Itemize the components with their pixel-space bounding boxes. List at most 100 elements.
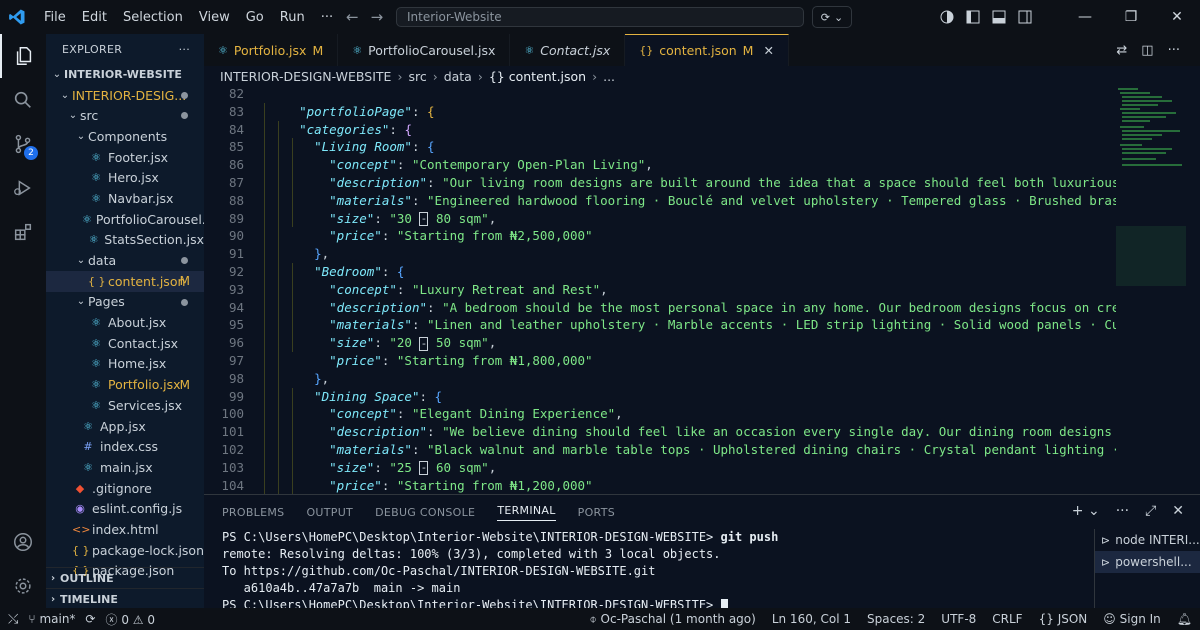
code-text: "Bedroom": { — [284, 264, 404, 279]
line-number: 88 — [228, 192, 244, 208]
panel-tab[interactable]: TERMINAL — [497, 504, 556, 521]
workspace-root[interactable]: ⌄ INTERIOR-WEBSITE — [46, 64, 204, 85]
sync-icon[interactable]: ⟳ — [85, 612, 95, 626]
file-tree-item[interactable]: ⚛ Navbar.jsx — [46, 188, 204, 209]
close-icon[interactable]: ✕ — [1154, 9, 1200, 25]
file-tree-item[interactable]: ⚛ App.jsx — [46, 416, 204, 437]
file-tree-item[interactable]: ⚛ Hero.jsx — [46, 167, 204, 188]
close-icon[interactable]: ✕ — [1172, 503, 1184, 519]
file-tree-item[interactable]: ⚛ Portfolio.jsx M — [46, 374, 204, 395]
breadcrumb-item[interactable]: data — [444, 69, 472, 84]
file-tree-item[interactable]: ⌄ Pages — [46, 292, 204, 313]
breadcrumb-item[interactable]: {} content.json — [489, 69, 586, 84]
explorer-icon[interactable] — [0, 34, 46, 78]
toggle-primary-sidebar-icon[interactable] — [966, 10, 980, 24]
editor-tab[interactable]: ⚛ PortfolioCarousel.jsx — [338, 34, 511, 66]
panel-tab[interactable]: PORTS — [578, 506, 615, 519]
menu-item[interactable]: Go — [238, 10, 272, 25]
problems-indicator[interactable]: ⓧ 0 ⚠ 0 — [105, 611, 155, 628]
git-blame[interactable]: ⌽ Oc-Paschal (1 month ago) — [590, 612, 756, 627]
file-tree-item[interactable]: # index.css — [46, 436, 204, 457]
terminal-output[interactable]: PS C:\Users\HomePC\Desktop\Interior-Webs… — [222, 529, 1082, 614]
minimap[interactable] — [1116, 86, 1186, 286]
file-tree-item[interactable]: ⌄ INTERIOR-DESIG... — [46, 85, 204, 106]
sign-in[interactable]: ☺ Sign In — [1103, 612, 1160, 626]
more-actions-icon[interactable]: ··· — [1168, 43, 1180, 58]
line-number: 84 — [228, 121, 244, 137]
file-tree-item[interactable]: { } package-lock.json — [46, 540, 204, 561]
file-tree-item[interactable]: ⚛ main.jsx — [46, 457, 204, 478]
file-tree-item[interactable]: ⚛ Services.jsx — [46, 395, 204, 416]
file-tree-item[interactable]: ⚛ StatsSection.jsx — [46, 230, 204, 251]
code-text: "size": "30 - 80 sqm", — [284, 211, 496, 227]
file-tree-item[interactable]: ⌄ src — [46, 105, 204, 126]
file-tree-item[interactable]: ⚛ Home.jsx — [46, 354, 204, 375]
code-line: 85 "Living Room": { — [204, 138, 1116, 156]
more-actions-icon[interactable]: ··· — [1116, 503, 1129, 519]
code-editor[interactable]: 82 83 "portfolioPage": {84 "categories": … — [204, 86, 1200, 494]
panel-tab[interactable]: DEBUG CONSOLE — [375, 506, 475, 519]
menu-item[interactable]: Edit — [74, 10, 115, 25]
more-actions-icon[interactable]: ··· — [179, 43, 190, 56]
encoding[interactable]: UTF-8 — [941, 612, 976, 626]
remote-icon[interactable]: ⤯ — [8, 612, 18, 627]
toggle-panel-icon[interactable] — [992, 10, 1006, 24]
file-tree-item[interactable]: ⚛ About.jsx — [46, 312, 204, 333]
run-debug-icon[interactable] — [0, 166, 46, 210]
file-tree-item[interactable]: ⌄ Components — [46, 126, 204, 147]
code-token: } — [314, 246, 322, 262]
maximize-panel-icon[interactable]: ⤢ — [1145, 503, 1156, 519]
forward-arrow-icon[interactable]: → — [371, 8, 384, 26]
source-control-icon[interactable]: 2 — [0, 122, 46, 166]
close-icon[interactable]: ✕ — [763, 43, 773, 58]
editor-tab[interactable]: ⚛ Portfolio.jsx M — [204, 34, 339, 66]
editor-tab[interactable]: {} content.json M ✕ — [625, 34, 789, 66]
breadcrumb-item[interactable]: INTERIOR-DESIGN-WEBSITE — [220, 69, 391, 84]
panel-tab[interactable]: PROBLEMS — [222, 506, 284, 519]
toggle-secondary-sidebar-icon[interactable] — [1018, 10, 1032, 24]
file-tree-item[interactable]: ⚛ Contact.jsx — [46, 333, 204, 354]
editor-tab[interactable]: ⚛ Contact.jsx — [510, 34, 626, 66]
terminal-instance[interactable]: ⊳ powershell... — [1095, 551, 1200, 573]
panel-tab[interactable]: OUTPUT — [306, 506, 353, 519]
minimize-icon[interactable]: — — [1062, 9, 1108, 25]
outline-section[interactable]: › OUTLINE — [46, 567, 204, 588]
file-tree-item[interactable]: { } content.json M — [46, 270, 204, 292]
file-tree-item[interactable]: ⚛ Footer.jsx — [46, 147, 204, 168]
line-ending[interactable]: CRLF — [992, 612, 1022, 626]
breadcrumb-item[interactable]: ... — [603, 69, 615, 84]
split-editor-icon[interactable]: ◫ — [1141, 43, 1153, 58]
indentation[interactable]: Spaces: 2 — [867, 612, 925, 626]
notifications-icon[interactable]: 🔔︎ — [1177, 612, 1192, 626]
menu-item[interactable]: Run — [272, 10, 313, 25]
layout-customize-icon[interactable] — [940, 10, 954, 24]
compare-changes-icon[interactable]: ⇄ — [1116, 43, 1127, 58]
new-terminal-icon[interactable]: + ⌄ — [1072, 503, 1100, 519]
file-tree-item[interactable]: ◉ eslint.config.js — [46, 498, 204, 519]
editor-scrollbar[interactable] — [1186, 86, 1200, 494]
cursor-position[interactable]: Ln 160, Col 1 — [772, 612, 851, 626]
language-mode[interactable]: {} JSON — [1039, 612, 1088, 626]
file-tree-item[interactable]: ⚛PortfolioCarousel.jsx — [46, 209, 204, 230]
copilot-button[interactable]: ⟳ ⌄ — [812, 6, 852, 28]
file-tree-item[interactable]: ⌄ data — [46, 250, 204, 271]
file-tree-label: App.jsx — [100, 418, 146, 434]
timeline-section[interactable]: › TIMELINE — [46, 588, 204, 608]
branch-indicator[interactable]: ⑂ main* — [28, 612, 75, 626]
menu-item[interactable]: File — [36, 10, 74, 25]
terminal-instance[interactable]: ⊳ node INTERI... — [1095, 529, 1200, 551]
file-tree-item[interactable]: ◆ .gitignore — [46, 478, 204, 499]
command-center-search[interactable]: Interior-Website — [396, 7, 804, 27]
menu-item[interactable]: ··· — [313, 10, 341, 25]
restore-icon[interactable]: ❐ — [1108, 9, 1154, 25]
breadcrumb-item[interactable]: src — [408, 69, 426, 84]
menu-item[interactable]: View — [191, 10, 238, 25]
settings-gear-icon[interactable] — [0, 564, 46, 608]
code-line: 103 "size": "25 - 60 sqm", — [204, 459, 1116, 477]
menu-item[interactable]: Selection — [115, 10, 191, 25]
file-tree-item[interactable]: <> index.html — [46, 519, 204, 540]
account-icon[interactable] — [0, 520, 46, 564]
extensions-icon[interactable] — [0, 210, 46, 254]
back-arrow-icon[interactable]: ← — [346, 8, 359, 26]
search-icon[interactable] — [0, 78, 46, 122]
